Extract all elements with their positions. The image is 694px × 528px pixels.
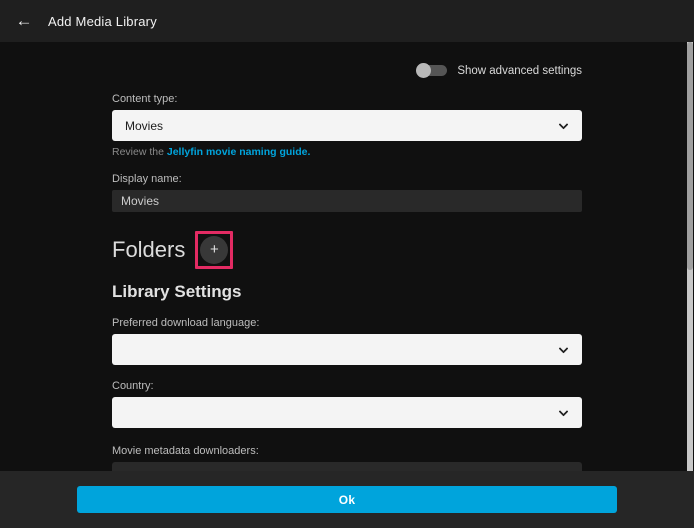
folders-heading: Folders [112,237,185,263]
add-folder-button[interactable]: + [200,236,228,264]
naming-guide-help: Review the Jellyfin movie naming guide. [112,146,582,158]
content-type-select[interactable]: Movies [112,110,582,141]
help-suffix: . [307,146,310,158]
plus-icon: + [210,242,219,257]
chevron-down-icon [559,119,569,129]
scrollbar-thumb[interactable] [687,42,693,270]
display-name-label: Display name: [112,173,582,185]
content-type-field: Content type: Movies Review the Jellyfin… [112,93,582,158]
folders-section-header: Folders + [112,231,582,269]
click-highlight-box: + [195,231,233,269]
country-field: Country: [112,380,582,428]
metadata-downloaders-panel: ✓ TheMovieDb [112,462,582,471]
content-type-label: Content type: [112,93,582,105]
advanced-settings-label: Show advanced settings [457,65,582,77]
top-app-bar: ← Add Media Library [0,0,694,42]
scrollbar-track[interactable] [687,42,693,471]
country-select[interactable] [112,397,582,428]
show-advanced-settings-toggle[interactable] [416,63,448,78]
add-media-library-page: ← Add Media Library Show advanced settin… [0,0,694,528]
help-prefix: Review the [112,146,167,158]
back-button[interactable]: ← [10,7,38,35]
form-scroll-area: Show advanced settings Content type: Mov… [0,42,694,471]
country-label: Country: [112,380,582,392]
back-arrow-icon: ← [16,11,33,31]
display-name-field: Display name: [112,173,582,212]
metadata-downloaders-label: Movie metadata downloaders: [112,445,582,457]
preferred-language-field: Preferred download language: [112,317,582,365]
chevron-down-icon [559,343,569,353]
naming-guide-link[interactable]: Jellyfin movie naming guide [167,146,308,158]
content-type-value: Movies [112,119,163,133]
footer-bar: Ok [0,471,694,528]
page-title: Add Media Library [48,14,157,29]
display-name-input[interactable] [112,190,582,212]
ok-button[interactable]: Ok [77,486,617,513]
library-settings-heading: Library Settings [112,282,582,302]
advanced-settings-row: Show advanced settings [112,63,582,78]
preferred-language-select[interactable] [112,334,582,365]
preferred-language-label: Preferred download language: [112,317,582,329]
chevron-down-icon [559,406,569,416]
metadata-downloaders-field: Movie metadata downloaders: ✓ TheMovieDb [112,445,582,471]
